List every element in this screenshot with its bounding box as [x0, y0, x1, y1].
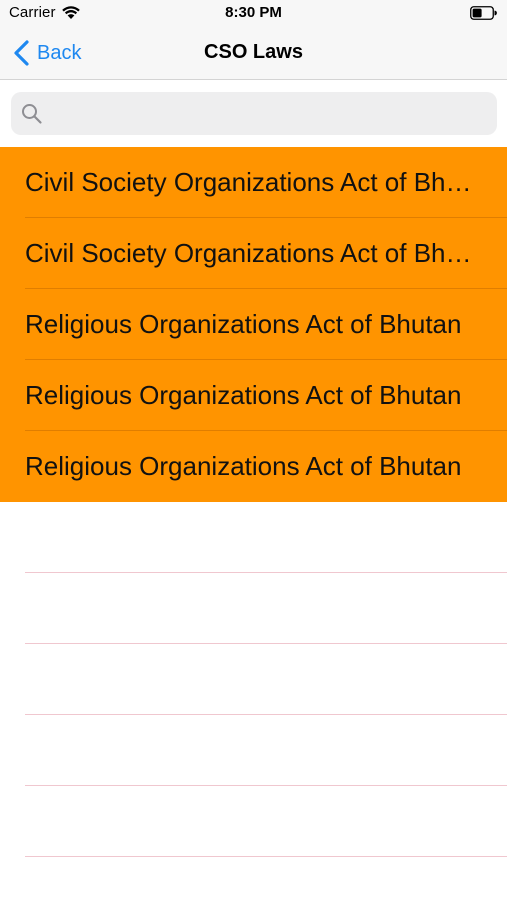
status-bar: Carrier 8:30 PM	[0, 0, 507, 28]
list-item-label: Religious Organizations Act of Bhutan	[25, 380, 462, 410]
list-item[interactable]: Religious Organizations Act of Bhutan	[0, 360, 507, 431]
list-item[interactable]: Religious Organizations Act of Bhutan	[0, 289, 507, 360]
status-time: 8:30 PM	[225, 4, 282, 21]
empty-row	[0, 715, 507, 786]
list-item-label: Civil Society Organizations Act of Bhuta…	[25, 167, 485, 197]
empty-row	[0, 644, 507, 715]
empty-row	[0, 786, 507, 857]
battery-icon	[470, 6, 497, 20]
page-title: CSO Laws	[204, 41, 303, 63]
list-item[interactable]: Civil Society Organizations Act of Bhuta…	[0, 147, 507, 218]
navigation-bar: Back CSO Laws	[0, 28, 507, 80]
list-item[interactable]: Religious Organizations Act of Bhutan	[0, 431, 507, 502]
search-field[interactable]	[11, 92, 497, 137]
search-bar	[0, 80, 507, 147]
list-item-label: Religious Organizations Act of Bhutan	[25, 451, 462, 481]
list-item-label: Civil Society Organizations Act of Bhuta…	[25, 238, 485, 268]
list-item[interactable]: Civil Society Organizations Act of Bhuta…	[0, 218, 507, 289]
search-input[interactable]	[51, 92, 491, 137]
empty-row	[0, 573, 507, 644]
list-item-label: Religious Organizations Act of Bhutan	[25, 309, 462, 339]
empty-row	[0, 502, 507, 573]
row-separator	[25, 856, 507, 857]
laws-list: Civil Society Organizations Act of Bhuta…	[0, 147, 507, 900]
search-icon	[21, 103, 43, 125]
